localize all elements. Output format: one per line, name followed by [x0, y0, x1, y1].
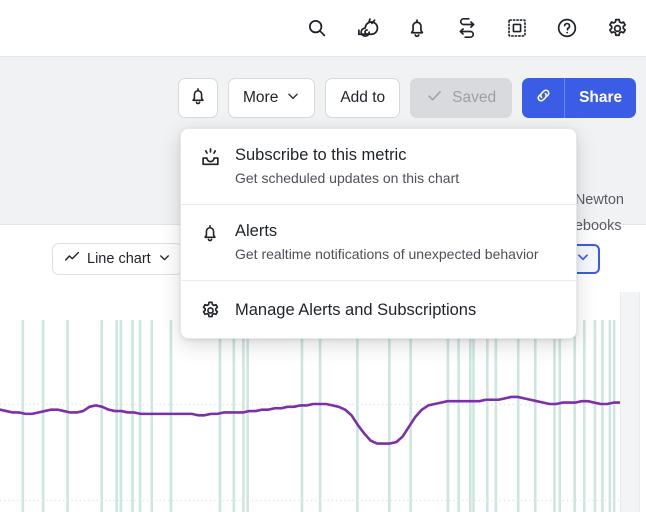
subscribe-inbox-icon: [199, 146, 221, 168]
link-icon: [534, 86, 553, 110]
menu-item-manage[interactable]: Manage Alerts and Subscriptions: [181, 280, 576, 338]
chart-gridlines: [0, 403, 620, 502]
help-circle-icon[interactable]: [552, 13, 582, 43]
bell-icon: [188, 86, 208, 111]
chevron-down-icon: [576, 250, 590, 269]
menu-item-manage-title: Manage Alerts and Subscriptions: [235, 300, 477, 319]
add-to-button-label: Add to: [340, 89, 386, 106]
swap-arrows-icon[interactable]: [452, 13, 482, 43]
alerts-dropdown-menu: Subscribe to this metric Get scheduled u…: [180, 128, 577, 339]
top-navigation-bar: [0, 0, 646, 57]
menu-item-alerts-subtitle: Get realtime notifications of unexpected…: [235, 246, 539, 262]
saved-button: Saved: [410, 78, 513, 118]
line-chart-icon: [64, 249, 80, 269]
dashed-square-icon[interactable]: [502, 13, 532, 43]
gear-icon: [199, 299, 221, 321]
more-button-label: More: [243, 89, 279, 106]
menu-item-alerts[interactable]: Alerts Get realtime notifications of une…: [181, 204, 576, 280]
menu-item-subscribe[interactable]: Subscribe to this metric Get scheduled u…: [181, 129, 576, 204]
saved-button-label: Saved: [452, 89, 497, 106]
menu-item-manage-text: Manage Alerts and Subscriptions: [235, 300, 476, 320]
alerts-bell-button[interactable]: [178, 78, 218, 118]
chart-type-label: Line chart: [87, 251, 151, 267]
header-meta-line-1: Newton: [574, 192, 624, 208]
menu-item-alerts-text: Alerts Get realtime notifications of une…: [235, 221, 539, 263]
copy-link-button[interactable]: [522, 78, 566, 118]
more-button[interactable]: More: [228, 78, 316, 118]
menu-item-subscribe-subtitle: Get scheduled updates on this chart: [235, 170, 460, 186]
gear-icon[interactable]: [602, 13, 632, 43]
chevron-down-icon: [286, 89, 300, 108]
top-nav-icon-group: [302, 0, 632, 56]
share-button[interactable]: Share: [565, 78, 636, 118]
chart-right-rail: [620, 292, 646, 512]
menu-item-subscribe-text: Subscribe to this metric Get scheduled u…: [235, 145, 459, 187]
app-root: Newton ebooks More Add to Saved Share Su…: [0, 0, 646, 512]
search-icon[interactable]: [302, 13, 332, 43]
menu-item-subscribe-title: Subscribe to this metric: [235, 146, 407, 164]
add-to-button[interactable]: Add to: [325, 78, 401, 118]
check-icon: [426, 87, 443, 109]
chart-type-selector[interactable]: Line chart: [52, 243, 183, 275]
share-button-group: Share: [522, 78, 637, 118]
chart-event-markers: [21, 320, 616, 512]
chart-right-rail-edge: [639, 292, 646, 512]
bell-icon: [199, 222, 221, 244]
bell-icon[interactable]: [402, 13, 432, 43]
action-toolbar: More Add to Saved Share: [178, 78, 637, 118]
chevron-down-icon: [158, 251, 171, 268]
snail-icon[interactable]: [352, 13, 382, 43]
menu-item-alerts-title: Alerts: [235, 222, 278, 240]
